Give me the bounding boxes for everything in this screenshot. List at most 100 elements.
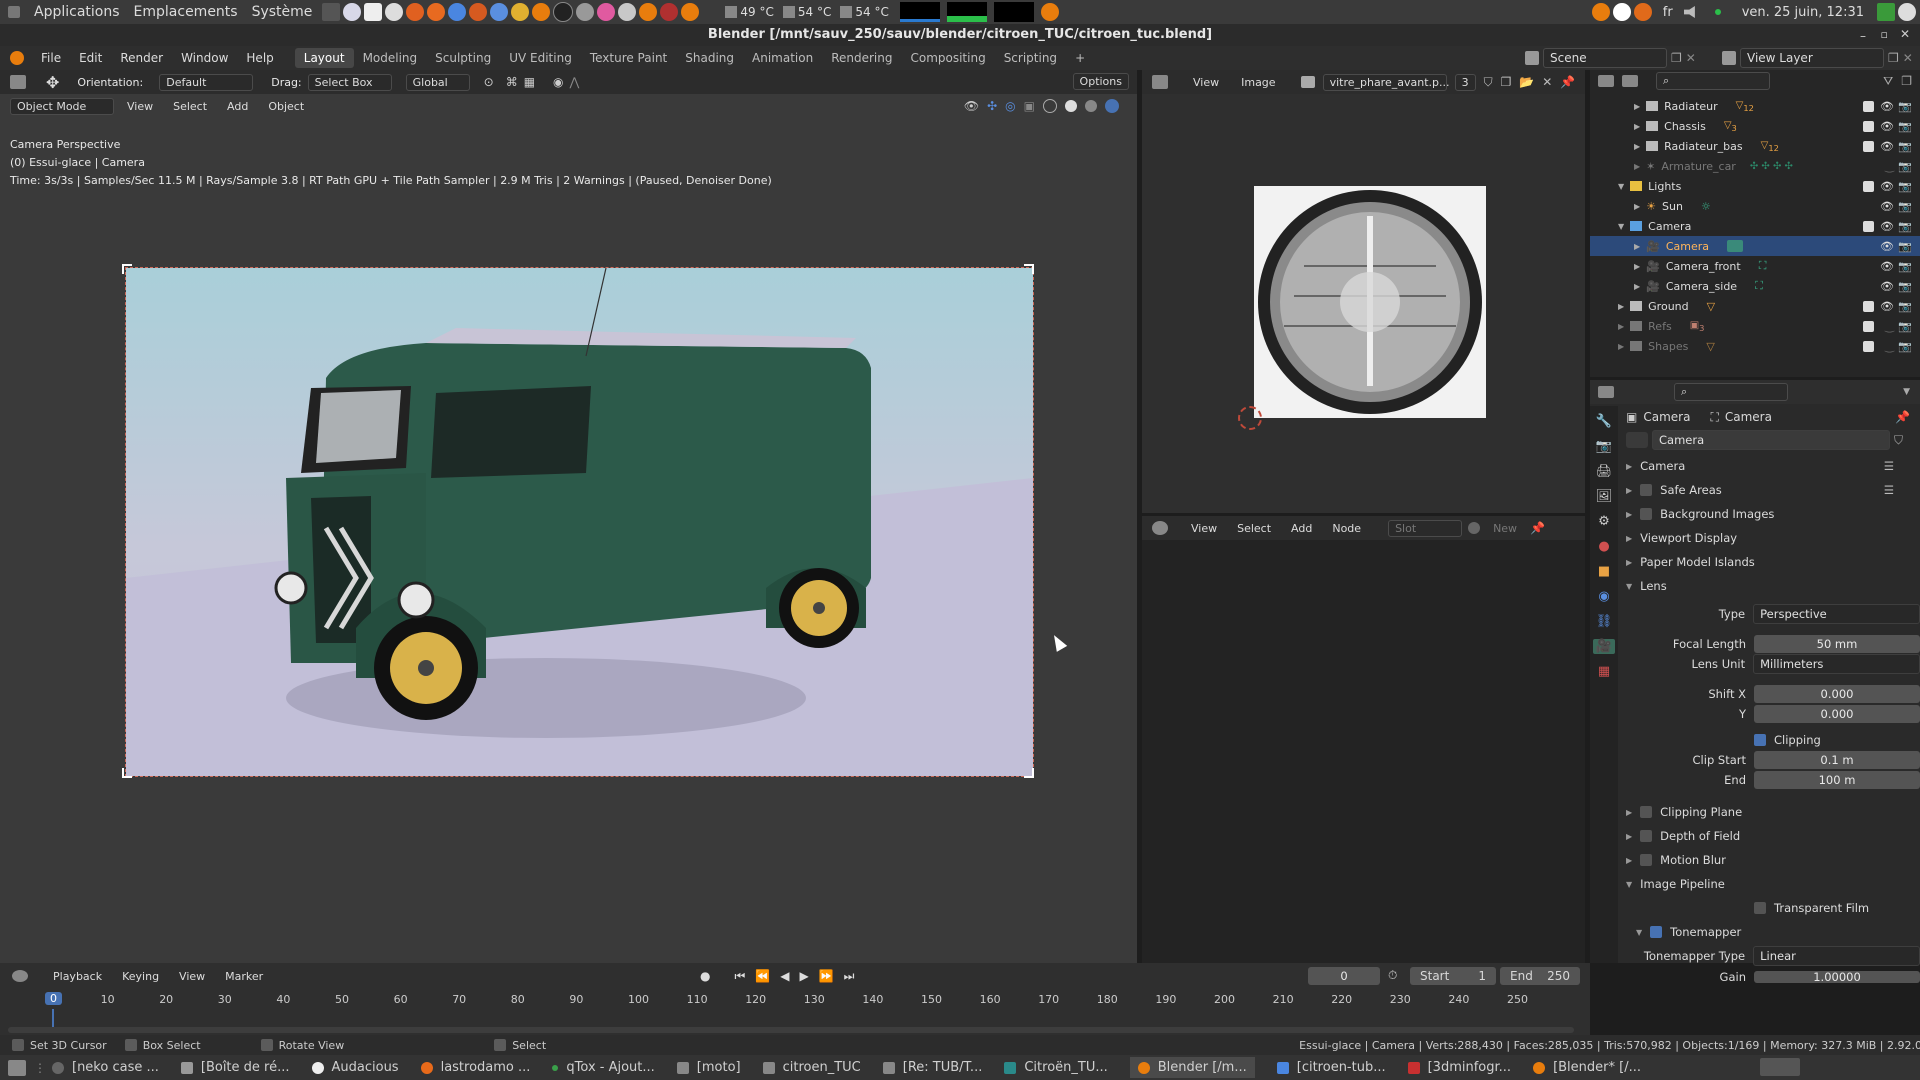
tab-scripting[interactable]: Scripting — [995, 48, 1066, 68]
scene-field[interactable]: Scene — [1543, 48, 1667, 68]
record-icon[interactable]: ● — [700, 969, 710, 983]
camera-render-icon[interactable]: 📷 — [1898, 280, 1912, 293]
exclude-checkbox[interactable] — [1863, 140, 1874, 152]
eye-icon[interactable]: 👁 — [1880, 220, 1894, 233]
outliner-row-camera-front[interactable]: ▶ 🎥 Camera_front ⛶ 👁 📷 — [1590, 256, 1920, 276]
panel-paper-model[interactable]: ▶ Paper Model Islands — [1620, 550, 1920, 574]
clipping-checkbox[interactable] — [1754, 734, 1766, 746]
app-icon[interactable] — [618, 3, 637, 21]
files-icon[interactable] — [364, 3, 383, 21]
timeline-menu-view[interactable]: View — [172, 969, 212, 984]
background-images-checkbox[interactable] — [1640, 508, 1653, 520]
fake-user-icon[interactable]: ⛉ — [1484, 75, 1493, 90]
task-citroen-tu[interactable]: Citroën_TU... — [1004, 1060, 1108, 1075]
tool-tab-icon[interactable]: 🔧 — [1596, 414, 1612, 429]
browser-icon[interactable] — [343, 3, 362, 21]
eye-icon[interactable]: 👁 — [1880, 260, 1894, 273]
exclude-checkbox[interactable] — [1863, 220, 1874, 232]
menu-help[interactable]: Help — [237, 51, 282, 65]
safe-areas-checkbox[interactable] — [1640, 484, 1653, 496]
blender-logo-icon[interactable] — [10, 51, 24, 65]
lens-unit-dropdown[interactable]: Millimeters — [1753, 654, 1920, 674]
visibility-icon[interactable]: 👁 — [964, 99, 979, 113]
blender-icon[interactable] — [1040, 3, 1059, 21]
gain-field[interactable]: 1.00000 — [1754, 971, 1920, 983]
close-icon[interactable]: ✕ — [1686, 51, 1696, 65]
camera-render-icon[interactable]: 📷 — [1898, 180, 1912, 193]
tab-rendering[interactable]: Rendering — [822, 48, 901, 68]
tab-compositing[interactable]: Compositing — [901, 48, 994, 68]
fake-user-icon[interactable]: ⛉ — [1894, 433, 1903, 448]
tab-modeling[interactable]: Modeling — [354, 48, 427, 68]
chromium-icon[interactable] — [448, 3, 467, 21]
expand-arrow-icon[interactable]: ▶ — [1634, 102, 1640, 111]
play-icon[interactable]: ▶ — [799, 969, 808, 983]
outliner-row-radiateur[interactable]: ▶ Radiateur ▽12 👁 📷 — [1590, 96, 1920, 116]
app-icon[interactable] — [553, 2, 574, 22]
eye-icon[interactable]: 👁 — [1880, 120, 1894, 133]
tab-layout[interactable]: Layout — [294, 48, 354, 68]
camera-render-icon[interactable]: 📷 — [1898, 320, 1912, 333]
node-menu-select[interactable]: Select — [1230, 521, 1278, 536]
copy-icon[interactable]: ❐ — [1671, 51, 1682, 65]
camera-frame-corner[interactable] — [1024, 768, 1034, 778]
snap-grid-icon[interactable]: ▦ — [524, 75, 535, 89]
tab-texture-paint[interactable]: Texture Paint — [581, 48, 676, 68]
expand-arrow-icon[interactable]: ▶ — [1634, 122, 1640, 131]
editor-type-icon[interactable] — [1152, 75, 1168, 89]
menu-file[interactable]: File — [32, 51, 70, 65]
task-neko-case[interactable]: [neko case ... — [52, 1060, 159, 1075]
camera-render-icon[interactable]: 📷 — [1898, 200, 1912, 213]
clip-start-field[interactable]: 0.1 m — [1754, 751, 1920, 769]
shift-x-field[interactable]: 0.000 — [1754, 685, 1920, 703]
pin-icon[interactable]: 📌 — [1560, 75, 1575, 89]
menu-window[interactable]: Window — [172, 51, 237, 65]
transform-space-dropdown[interactable]: Global — [405, 73, 470, 91]
camera-render-icon[interactable]: 📷 — [1898, 120, 1912, 133]
eye-icon[interactable]: 👁 — [1880, 180, 1894, 193]
add-workspace-button[interactable]: + — [1066, 48, 1094, 68]
display-mode-icon[interactable] — [1622, 75, 1638, 87]
camera-render-icon[interactable]: 📷 — [1898, 220, 1912, 233]
viewport-menu-select[interactable]: Select — [166, 99, 214, 114]
expand-arrow-icon[interactable]: ▶ — [1618, 302, 1624, 311]
app-icon[interactable] — [660, 3, 679, 21]
terminal-icon[interactable] — [322, 3, 341, 21]
new-image-icon[interactable]: ❐ — [1501, 75, 1512, 89]
outliner[interactable]: ⌕ ⛛ ❐ ▶ Radiateur ▽12 👁 📷 ▶ Chassis ▽3 👁… — [1590, 70, 1920, 377]
output-tab-icon[interactable]: 🖨 — [1596, 464, 1613, 479]
world-tab-icon[interactable]: ● — [1598, 539, 1609, 554]
new-material-button[interactable]: New — [1486, 521, 1524, 536]
editor-type-icon[interactable] — [1598, 386, 1614, 398]
outliner-row-lights[interactable]: ▼ Lights 👁 📷 — [1590, 176, 1920, 196]
editor-type-icon[interactable] — [12, 970, 28, 982]
app-icon[interactable] — [385, 3, 404, 21]
drag-dropdown[interactable]: Select Box — [307, 73, 392, 91]
task-3dminfogr[interactable]: [3dminfogr... — [1407, 1060, 1511, 1075]
keyboard-layout[interactable]: fr — [1663, 5, 1673, 20]
focal-length-field[interactable]: 50 mm — [1754, 635, 1920, 653]
camera-render-icon[interactable]: 📷 — [1898, 340, 1912, 353]
eye-icon[interactable]: 👁 — [1880, 240, 1894, 253]
task-lastrodamo[interactable]: lastrodamo ... — [420, 1060, 530, 1075]
camera-render-icon[interactable]: 📷 — [1898, 140, 1912, 153]
task-blender-active[interactable]: Blender [/m... — [1129, 1057, 1255, 1078]
exclude-checkbox[interactable] — [1863, 120, 1874, 132]
texture-tab-icon[interactable]: ▦ — [1598, 664, 1610, 679]
app-icon[interactable] — [597, 3, 616, 21]
expand-arrow-icon[interactable]: ▶ — [1634, 162, 1640, 171]
physics-tab-icon[interactable]: ◉ — [1598, 589, 1609, 604]
view-layer-tab-icon[interactable]: 🖼 — [1596, 489, 1613, 504]
new-collection-icon[interactable]: ❐ — [1901, 74, 1912, 88]
node-menu-view[interactable]: View — [1184, 521, 1224, 536]
app-icon[interactable] — [406, 3, 425, 21]
expand-arrow-icon[interactable]: ▶ — [1618, 342, 1624, 351]
outliner-row-sun[interactable]: ▶ ☀ Sun ☼ 👁 📷 — [1590, 196, 1920, 216]
close-icon[interactable]: ✕ — [1900, 27, 1910, 41]
proportional-edit-icon[interactable]: ◉ — [553, 75, 563, 89]
minimize-icon[interactable]: – — [1860, 29, 1866, 43]
close-icon[interactable]: ✕ — [1903, 51, 1913, 65]
viewport-menu-add[interactable]: Add — [220, 99, 255, 114]
eye-icon[interactable]: 👁 — [1880, 280, 1894, 293]
timeline-menu-marker[interactable]: Marker — [218, 969, 270, 984]
